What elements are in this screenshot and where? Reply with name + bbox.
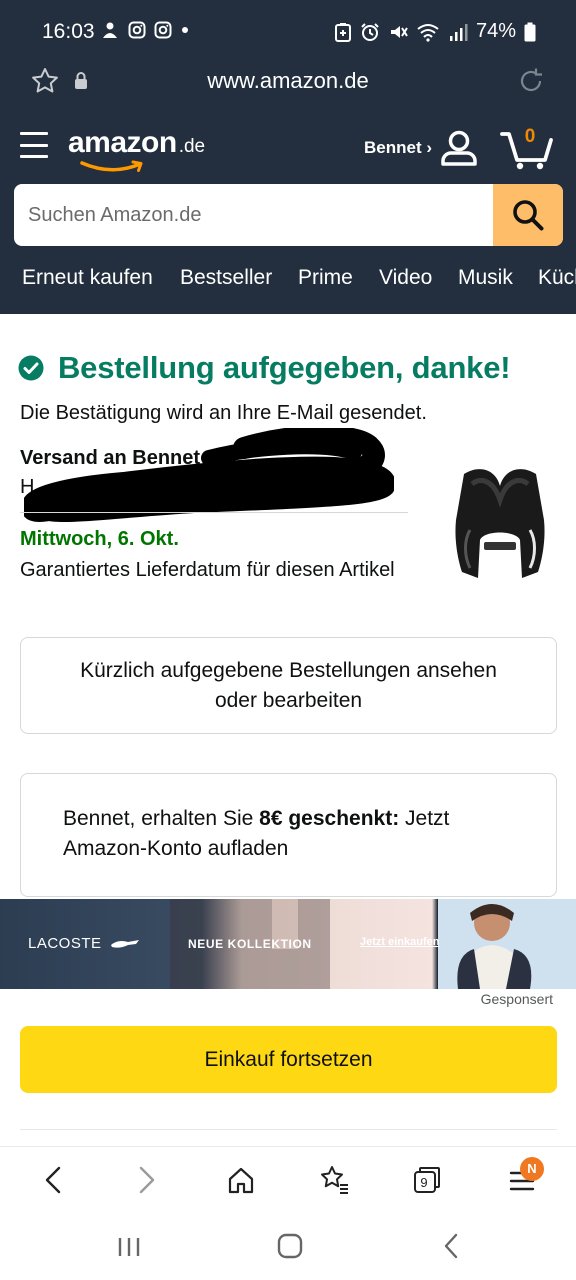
mute-icon — [390, 25, 408, 38]
topup-promo-card[interactable]: Bennet, erhalten Sie 8€ geschenkt: Jetzt… — [20, 773, 557, 897]
home-button-icon[interactable] — [276, 1232, 304, 1260]
nfc-icon — [334, 22, 351, 42]
tabs-count: 9 — [420, 1175, 428, 1190]
bookmarks-icon[interactable] — [318, 1161, 350, 1199]
ad-cta[interactable]: Jetzt einkaufen — [360, 936, 439, 948]
logo-tld: .de — [178, 136, 206, 157]
check-circle-icon — [18, 355, 44, 381]
crocodile-logo-icon — [111, 940, 139, 948]
account-link[interactable]: Bennet › — [364, 138, 432, 158]
cart-button[interactable]: 0 — [500, 124, 556, 172]
recent-apps-icon[interactable] — [116, 1234, 142, 1260]
category-prime[interactable]: Prime — [298, 266, 353, 290]
home-icon[interactable] — [226, 1161, 256, 1199]
confirmation-header: Bestellung aufgegeben, danke! — [18, 350, 511, 386]
search-icon — [513, 200, 544, 231]
promo-prefix: Bennet, erhalten Sie — [63, 807, 260, 830]
status-notification-icons — [100, 20, 190, 40]
system-back-icon[interactable] — [440, 1232, 464, 1260]
reload-icon[interactable] — [516, 66, 546, 96]
category-erneut-kaufen[interactable]: Erneut kaufen — [22, 266, 153, 290]
category-video[interactable]: Video — [379, 266, 432, 290]
signal-icon — [449, 23, 468, 41]
app-header: 16:03 74% www.amazon.de amazon .de Benne… — [0, 0, 576, 314]
delivery-note: Garantiertes Lieferdatum für diesen Arti… — [20, 559, 395, 581]
system-navigation-bar — [0, 1216, 576, 1280]
browser-url-bar: www.amazon.de — [0, 62, 576, 102]
ad-brand: LACOSTE — [28, 935, 102, 952]
tabs-button[interactable]: 9 — [412, 1165, 442, 1195]
logo-wordmark: amazon — [68, 126, 177, 159]
amazon-logo[interactable]: amazon .de — [68, 126, 206, 172]
account-user-icon[interactable] — [440, 130, 478, 166]
category-kueche[interactable]: Küch — [538, 266, 576, 290]
product-image[interactable] — [450, 460, 550, 582]
battery-percent: 74% — [475, 20, 516, 42]
instagram-icon — [154, 21, 172, 39]
ad-headline: NEUE KOLLEKTION — [188, 937, 312, 951]
sponsored-banner[interactable]: LACOSTE NEUE KOLLEKTION Jetzt einkaufen — [0, 899, 576, 989]
amazon-smile-icon — [80, 160, 143, 172]
divider — [20, 512, 408, 513]
back-arrow-icon[interactable] — [40, 1161, 66, 1199]
redaction-scribble — [24, 428, 394, 522]
search-button[interactable] — [493, 184, 563, 246]
instagram-icon — [128, 21, 146, 39]
status-system-icons: 74% — [334, 20, 536, 43]
promo-amount: 8€ geschenkt: — [259, 807, 400, 830]
delivery-date: Mittwoch, 6. Okt. — [20, 528, 179, 550]
notification-icon — [103, 22, 117, 38]
continue-shopping-button[interactable]: Einkauf fortsetzen — [20, 1026, 557, 1093]
promo-text: Bennet, erhalten Sie 8€ geschenkt: Jetzt… — [63, 804, 503, 864]
alarm-icon — [361, 22, 379, 41]
url-address[interactable]: www.amazon.de — [0, 68, 576, 94]
dot-icon — [182, 27, 188, 33]
browser-toolbar: 9 N — [0, 1146, 576, 1216]
forward-arrow-icon[interactable] — [134, 1161, 160, 1199]
confirmation-subtitle: Die Bestätigung wird an Ihre E-Mail gese… — [20, 402, 427, 424]
battery-icon — [524, 22, 536, 41]
status-bar: 16:03 74% — [0, 0, 576, 62]
confirmation-title: Bestellung aufgegeben, danke! — [58, 350, 511, 385]
category-bestseller[interactable]: Bestseller — [180, 266, 272, 290]
category-musik[interactable]: Musik — [458, 266, 513, 290]
search-input[interactable] — [14, 184, 492, 246]
sponsored-label: Gesponsert — [480, 991, 553, 1007]
wifi-icon — [417, 23, 439, 42]
amazon-nav: amazon .de Bennet › 0 — [0, 120, 576, 176]
search-bar — [14, 184, 563, 246]
cart-count: 0 — [524, 126, 536, 147]
divider — [20, 1129, 557, 1130]
view-orders-button[interactable]: Kürzlich aufgegebene Bestellungen ansehe… — [20, 637, 557, 734]
menu-notification-badge: N — [520, 1157, 544, 1181]
category-nav: Erneut kaufen Bestseller Prime Video Mus… — [0, 262, 576, 298]
status-time: 16:03 — [42, 20, 95, 43]
hamburger-menu-icon[interactable] — [20, 132, 48, 158]
